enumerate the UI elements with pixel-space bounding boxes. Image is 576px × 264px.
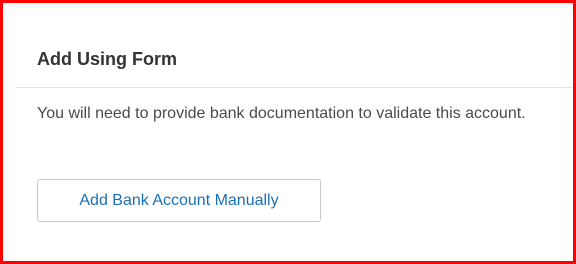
section-description: You will need to provide bank documentat… — [37, 105, 526, 122]
add-bank-account-manually-button[interactable]: Add Bank Account Manually — [37, 179, 321, 222]
add-using-form-section: Add Using Form You will need to provide … — [0, 0, 576, 264]
section-divider — [16, 87, 573, 88]
highlight-frame — [0, 0, 576, 264]
section-title: Add Using Form — [37, 49, 177, 69]
